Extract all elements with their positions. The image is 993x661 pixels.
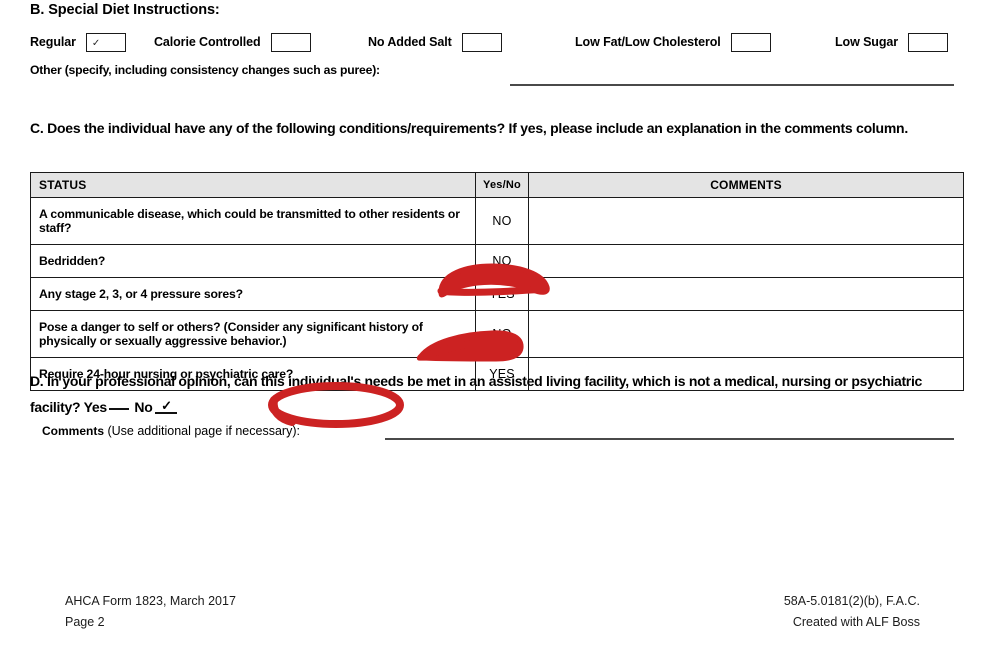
diet-checkbox-low-fat-low-cholesterol[interactable] [730, 32, 771, 52]
condition-answer[interactable]: NO [475, 197, 529, 245]
diet-option-regular[interactable]: Regular ✓ [30, 30, 126, 54]
footer-created-with: Created with ALF Boss [792, 615, 920, 629]
diet-checkbox-no-added-salt[interactable] [461, 32, 502, 52]
column-header-status: STATUS [30, 172, 476, 198]
table-row: Bedridden? NO [30, 244, 964, 278]
condition-status-text: Any stage 2, 3, or 4 pressure sores? [30, 277, 476, 311]
footer-left: AHCA Form 1823, March 2017 Page 2 [65, 591, 236, 633]
section-d-yes-blank[interactable] [108, 397, 129, 410]
column-header-comments: COMMENTS [528, 172, 964, 198]
special-diet-options: Regular ✓ Calorie Controlled No Added Sa… [30, 30, 960, 56]
section-d-comments-input-line[interactable] [385, 438, 954, 440]
table-row: Pose a danger to self or others? (Consid… [30, 310, 964, 358]
checkmark-icon: ✓ [91, 37, 101, 49]
section-d-yes-label: Yes [83, 399, 108, 415]
condition-comments[interactable] [528, 244, 964, 278]
section-d-comments-label: Comments (Use additional page if necessa… [42, 424, 300, 438]
condition-comments[interactable] [528, 277, 964, 311]
condition-status-text: A communicable disease, which could be t… [30, 197, 476, 245]
conditions-table: STATUS Yes/No COMMENTS A communicable di… [30, 172, 964, 391]
diet-option-low-fat-low-cholesterol[interactable]: Low Fat/Low Cholesterol [575, 30, 771, 54]
diet-option-low-sugar[interactable]: Low Sugar [835, 30, 948, 54]
condition-status-text: Bedridden? [30, 244, 476, 278]
diet-option-no-added-salt[interactable]: No Added Salt [368, 30, 502, 54]
column-header-yesno: Yes/No [475, 172, 529, 198]
comments-label-rest: (Use additional page if necessary): [104, 424, 300, 438]
footer-statute-reference: 58A-5.0181(2)(b), F.A.C. [783, 594, 920, 608]
diet-option-calorie-controlled[interactable]: Calorie Controlled [154, 30, 311, 54]
comments-label-bold: Comments [42, 424, 105, 438]
section-d-heading: D. In your professional opinion, can thi… [30, 368, 955, 420]
other-diet-label: Other (specify, including consistency ch… [30, 63, 380, 77]
table-row: Any stage 2, 3, or 4 pressure sores? YES [30, 277, 964, 311]
footer-form-name: AHCA Form 1823, March 2017 [65, 594, 236, 608]
condition-answer[interactable]: NO [475, 310, 529, 358]
condition-status-text: Pose a danger to self or others? (Consid… [30, 310, 476, 358]
section-d-no-checkmark[interactable]: ✓ [155, 399, 178, 414]
diet-checkbox-low-sugar[interactable] [908, 32, 948, 52]
diet-option-label: No Added Salt [368, 35, 452, 49]
diet-checkbox-regular[interactable]: ✓ [85, 32, 126, 52]
table-row: A communicable disease, which could be t… [30, 197, 964, 245]
form-page: B. Special Diet Instructions: Regular ✓ … [0, 0, 993, 661]
diet-option-label: Regular [30, 35, 76, 49]
condition-comments[interactable] [528, 197, 964, 245]
diet-option-label: Calorie Controlled [154, 35, 261, 49]
footer-page-number: Page 2 [65, 615, 105, 629]
other-diet-input-line[interactable] [510, 84, 954, 86]
condition-answer[interactable]: NO [475, 244, 529, 278]
condition-answer[interactable]: YES [475, 277, 529, 311]
footer-right: 58A-5.0181(2)(b), F.A.C. Created with AL… [784, 591, 920, 633]
diet-checkbox-calorie-controlled[interactable] [270, 32, 311, 52]
section-c-heading: C. Does the individual have any of the f… [30, 120, 908, 136]
table-header-row: STATUS Yes/No COMMENTS [30, 172, 964, 198]
diet-option-label: Low Fat/Low Cholesterol [575, 35, 721, 49]
condition-comments[interactable] [528, 310, 964, 358]
section-d-no-label: No [134, 399, 153, 415]
section-b-heading: B. Special Diet Instructions: [30, 2, 220, 18]
diet-option-label: Low Sugar [835, 35, 898, 49]
